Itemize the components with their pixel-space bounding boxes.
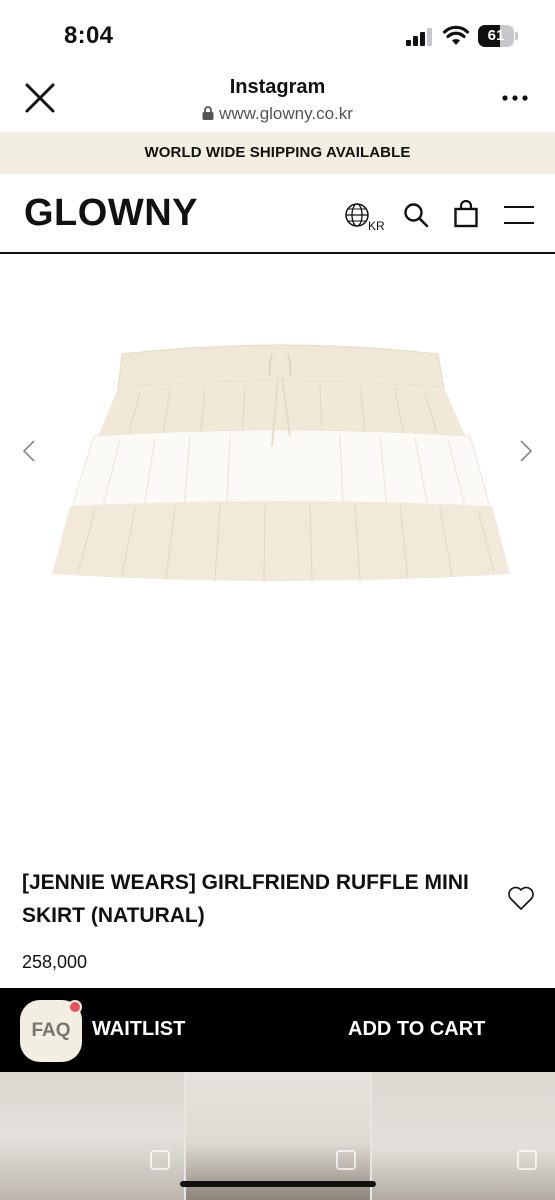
notification-dot — [68, 1000, 82, 1014]
browser-url[interactable]: www.glowny.co.kr — [0, 104, 555, 124]
site-logo[interactable]: GLOWNY — [24, 192, 198, 235]
bag-icon[interactable] — [453, 200, 479, 228]
status-bar: 8:04 61 — [0, 0, 555, 70]
region-code: KR — [368, 219, 385, 233]
product-price: 258,000 — [22, 952, 88, 972]
next-image-arrow-icon[interactable] — [517, 438, 535, 464]
waitlist-button[interactable]: WAITLIST — [92, 1018, 185, 1041]
heart-icon[interactable] — [507, 885, 535, 911]
product-image-gallery[interactable] — [0, 256, 555, 846]
search-icon[interactable] — [403, 202, 429, 228]
thumbnail-image[interactable] — [372, 1072, 555, 1200]
site-navigation: GLOWNY KR — [0, 174, 555, 254]
product-title: [JENNIE WEARS] GIRLFRIEND RUFFLE MINI SK… — [22, 871, 469, 927]
cellular-signal-icon — [406, 28, 432, 46]
thumbnail-image[interactable] — [0, 1072, 184, 1200]
wifi-icon — [443, 25, 469, 45]
battery-level: 61 — [487, 27, 505, 44]
home-indicator[interactable] — [180, 1181, 376, 1187]
battery-indicator: 61 — [478, 25, 518, 47]
purchase-action-bar: FAQ WAITLIST ADD TO CART — [0, 988, 555, 1072]
browser-title: Instagram — [229, 76, 326, 98]
previous-image-arrow-icon[interactable] — [20, 438, 38, 464]
status-time: 8:04 — [64, 22, 114, 49]
lock-icon — [202, 106, 214, 120]
menu-icon[interactable] — [504, 204, 534, 226]
more-icon[interactable] — [500, 88, 530, 108]
in-app-browser-header: Instagram www.glowny.co.kr — [0, 70, 555, 132]
add-to-cart-button[interactable]: ADD TO CART — [348, 1018, 485, 1041]
globe-icon — [345, 203, 369, 227]
related-thumbnails — [0, 1072, 555, 1200]
region-selector[interactable]: KR — [344, 202, 385, 234]
product-image-skirt — [52, 344, 510, 583]
browser-url-text: www.glowny.co.kr — [219, 104, 353, 123]
shipping-banner: WORLD WIDE SHIPPING AVAILABLE — [0, 132, 555, 174]
